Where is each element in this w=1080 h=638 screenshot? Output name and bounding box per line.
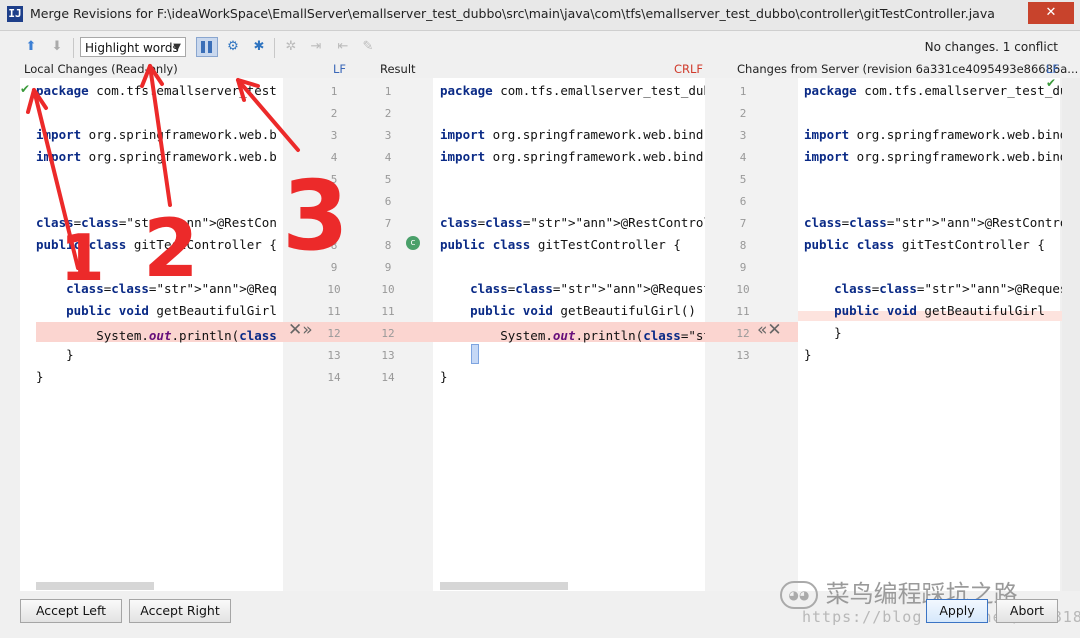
annotation-arrow-3	[236, 78, 300, 152]
annotation-overlay	[26, 64, 300, 270]
annotation-number-3: 3	[282, 160, 349, 272]
annotation-arrow-2	[148, 64, 172, 207]
annotation-number-2: 2	[143, 202, 199, 295]
annotation-number-1: 1	[60, 222, 105, 296]
